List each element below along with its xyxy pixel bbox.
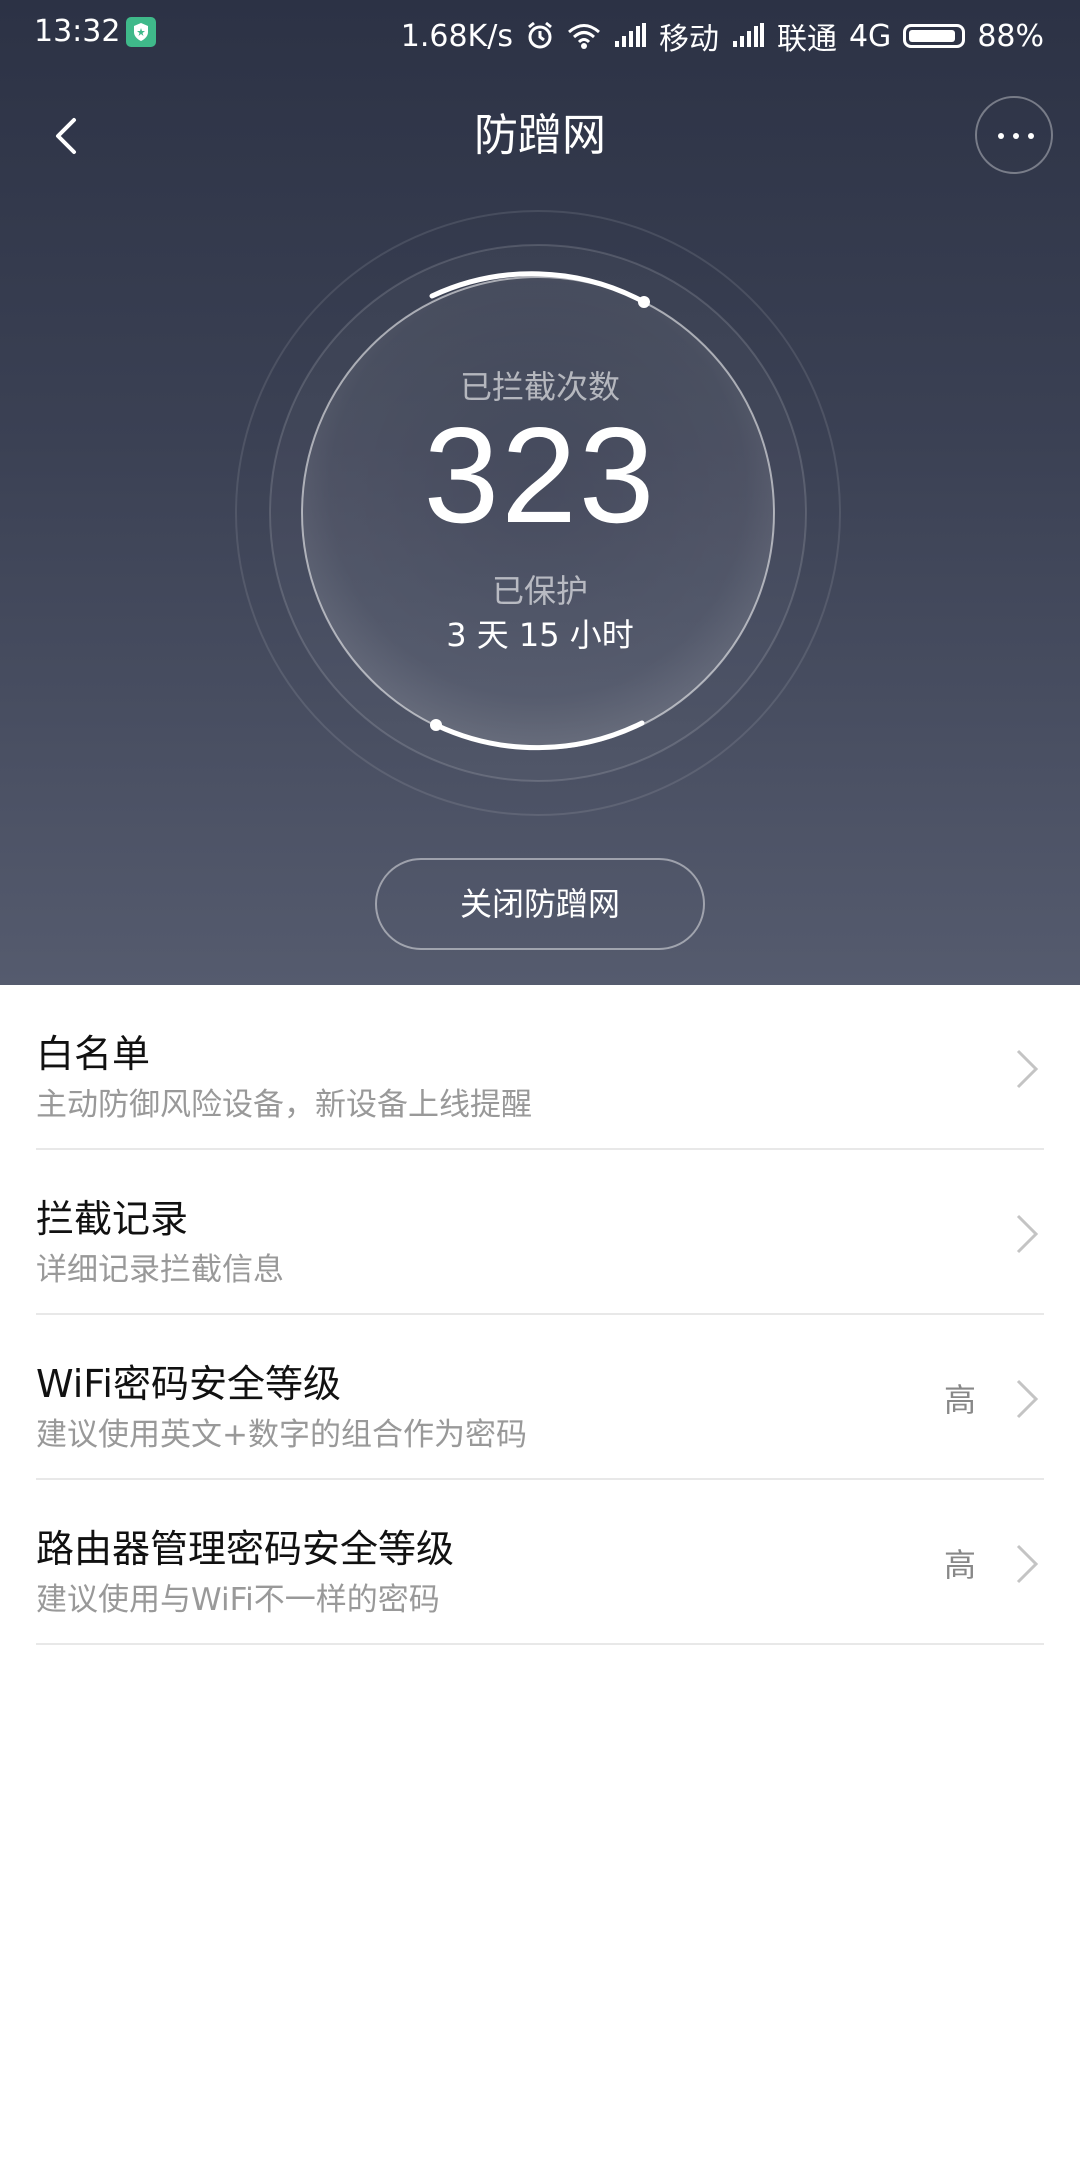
- signal-icon: [731, 23, 765, 49]
- list-item-title: 白名单: [36, 1032, 151, 1076]
- list-item-subtitle: 详细记录拦截信息: [36, 1252, 284, 1288]
- protected-duration-label: 已保护: [491, 572, 588, 610]
- chevron-right-icon: [1016, 1379, 1039, 1419]
- security-level-value: 高: [943, 1381, 976, 1419]
- alarm-icon: [525, 21, 555, 51]
- blocked-count-value: 323: [423, 399, 657, 551]
- list-item-title: 拦截记录: [36, 1197, 189, 1241]
- network-speed: 1.68K/s: [400, 18, 513, 54]
- battery-level: 88%: [977, 18, 1044, 54]
- settings-list: 白名单 主动防御风险设备，新设备上线提醒 拦截记录 详细记录拦截信息 WiFi密…: [0, 985, 1080, 1645]
- chevron-right-icon: [1016, 1544, 1039, 1584]
- status-bar: 13:32 1.68K/s 移动 联通 4G 88%: [0, 0, 1080, 66]
- chevron-right-icon: [1016, 1214, 1039, 1254]
- protected-duration-value: 3 天 15 小时: [446, 616, 634, 654]
- list-item-wifi-password-level[interactable]: WiFi密码安全等级 建议使用英文+数字的组合作为密码 高: [0, 1315, 1080, 1480]
- page-title: 防蹭网: [474, 110, 606, 161]
- network-type: 4G: [848, 18, 892, 54]
- battery-icon: [903, 24, 966, 48]
- wifi-icon: [567, 22, 601, 50]
- list-item-title: WiFi密码安全等级: [36, 1362, 341, 1406]
- security-level-value: 高: [943, 1546, 976, 1584]
- header-panel: 13:32 1.68K/s 移动 联通 4G 88% 防蹭网 已拦截次数 323…: [0, 0, 1080, 985]
- status-indicators: 1.68K/s 移动 联通 4G 88%: [401, 14, 1044, 58]
- more-dots-icon: [998, 133, 1004, 139]
- divider: [36, 1643, 1044, 1645]
- list-item-title: 路由器管理密码安全等级: [36, 1527, 455, 1571]
- shield-icon: [126, 17, 156, 47]
- more-button[interactable]: [975, 96, 1053, 174]
- close-protection-button[interactable]: 关闭防蹭网: [375, 858, 705, 950]
- carrier-1: 移动: [658, 22, 719, 57]
- list-item-subtitle: 建议使用英文+数字的组合作为密码: [36, 1417, 527, 1453]
- list-item-subtitle: 建议使用与WiFi不一样的密码: [36, 1582, 440, 1618]
- list-item-router-password-level[interactable]: 路由器管理密码安全等级 建议使用与WiFi不一样的密码 高: [0, 1480, 1080, 1645]
- signal-icon: [613, 23, 647, 49]
- list-item-block-records[interactable]: 拦截记录 详细记录拦截信息: [0, 1150, 1080, 1315]
- status-time: 13:32: [34, 14, 121, 49]
- list-item-subtitle: 主动防御风险设备，新设备上线提醒: [36, 1087, 532, 1123]
- carrier-2: 联通: [776, 22, 837, 57]
- list-item-whitelist[interactable]: 白名单 主动防御风险设备，新设备上线提醒: [0, 985, 1080, 1150]
- chevron-right-icon: [1016, 1049, 1039, 1089]
